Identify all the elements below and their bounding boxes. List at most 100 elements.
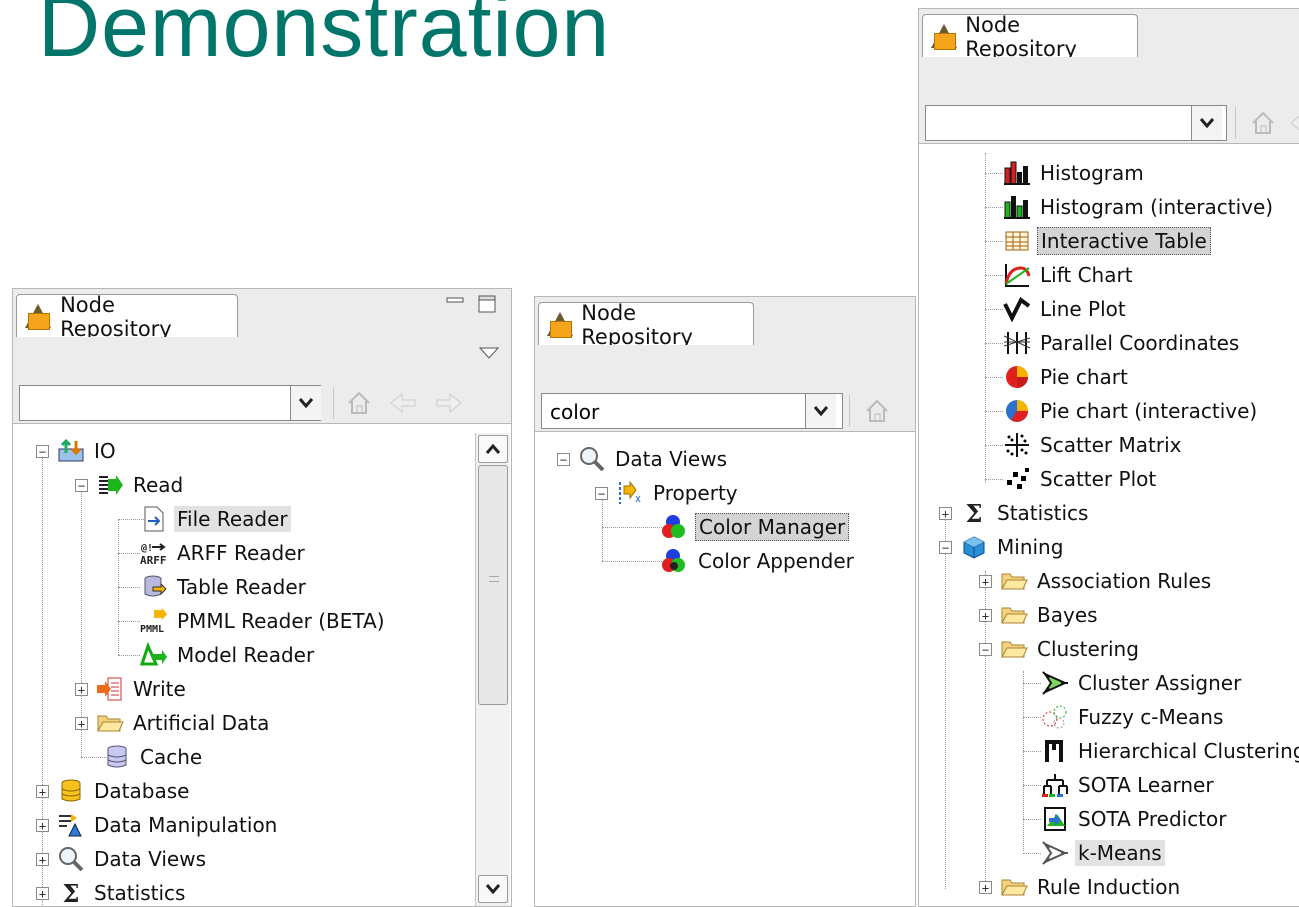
tree-node-histogram[interactable]: Histogram <box>1003 158 1147 188</box>
tree-node-label: PMML Reader (BETA) <box>177 609 385 633</box>
tree-node-label: Hierarchical Clustering <box>1078 739 1299 763</box>
tab-node-repository[interactable]: Node Repository <box>922 13 1138 61</box>
tree-node-table-reader[interactable]: Table Reader <box>140 572 309 602</box>
tree-node-parallel-coordinates[interactable]: Parallel Coordinates <box>1003 328 1242 358</box>
tree-node-database[interactable]: + Database <box>36 776 192 806</box>
collapse-icon[interactable]: − <box>75 478 88 492</box>
search-input[interactable]: color <box>541 393 843 429</box>
expand-icon[interactable]: + <box>979 880 992 894</box>
left-node-repository-panel: Node Repository − IO − Read File Reader … <box>12 288 512 907</box>
tree-node-hierarchical-clustering[interactable]: Hierarchical Clustering <box>1041 736 1299 766</box>
search-dropdown-button[interactable] <box>805 394 836 428</box>
tree-node-color-appender[interactable]: Color Appender <box>661 546 857 576</box>
tree-node-read[interactable]: − Read <box>75 470 186 500</box>
tree-node-artificial-data[interactable]: + Artificial Data <box>75 708 272 738</box>
sigma-icon: Σ <box>62 878 80 907</box>
expand-icon[interactable]: + <box>36 886 49 900</box>
tree-node-line-plot[interactable]: Line Plot <box>1003 294 1129 324</box>
middle-node-repository-panel: Node Repository color − Data Views − Pro… <box>534 296 916 907</box>
search-dropdown-button[interactable] <box>1191 106 1222 140</box>
vertical-scrollbar[interactable] <box>475 433 510 906</box>
tree-node-scatter-plot[interactable]: Scatter Plot <box>1003 464 1159 494</box>
tree-node-data-views[interactable]: + Data Views <box>36 844 209 874</box>
expand-icon[interactable]: + <box>939 506 952 520</box>
expand-icon[interactable]: + <box>36 852 49 866</box>
tree-node-io[interactable]: − IO <box>36 436 119 466</box>
knime-repository-icon <box>547 312 573 338</box>
tree-node-k-means[interactable]: k-Means <box>1041 838 1165 868</box>
expand-icon[interactable]: + <box>36 784 49 798</box>
tree-node-color-manager[interactable]: Color Manager <box>661 512 850 542</box>
tab-node-repository[interactable]: Node Repository <box>16 293 238 341</box>
tree-node-arff-reader[interactable]: @! ARFF ARFF Reader <box>140 538 308 568</box>
collapse-icon[interactable]: − <box>36 444 49 458</box>
expand-icon[interactable]: + <box>75 682 88 696</box>
view-menu-icon[interactable] <box>478 346 500 360</box>
tree-node-interactive-table[interactable]: Interactive Table <box>1003 226 1211 256</box>
tree-node-cache[interactable]: Cache <box>103 742 205 772</box>
tab-node-repository[interactable]: Node Repository <box>538 301 754 349</box>
tree-node-label: Mining <box>997 535 1064 559</box>
collapse-icon[interactable]: − <box>557 452 570 466</box>
home-icon[interactable] <box>1247 107 1279 139</box>
back-arrow-icon[interactable] <box>1287 107 1299 139</box>
collapse-icon[interactable]: − <box>979 642 992 656</box>
scroll-up-button[interactable] <box>478 435 508 463</box>
tree-node-pmml-reader[interactable]: PMML PMML Reader (BETA) <box>140 606 388 636</box>
tree-node-pie-chart-interactive[interactable]: Pie chart (interactive) <box>1003 396 1260 426</box>
tree-node-statistics[interactable]: + Σ Statistics <box>939 498 1091 528</box>
expand-icon[interactable]: + <box>979 574 992 588</box>
search-input[interactable] <box>19 385 321 421</box>
tree-node-lift-chart[interactable]: Lift Chart <box>1003 260 1136 290</box>
tree-node-label: Statistics <box>997 501 1089 525</box>
expand-icon[interactable]: + <box>75 716 88 730</box>
search-dropdown-button[interactable] <box>290 386 321 420</box>
tree-node-sota-learner[interactable]: SOTA Learner <box>1041 770 1217 800</box>
tree-node-histogram-interactive[interactable]: Histogram (interactive) <box>1003 192 1276 222</box>
tree-node-file-reader[interactable]: File Reader <box>140 504 291 534</box>
search-input[interactable] <box>925 105 1227 141</box>
pmml-reader-icon: PMML <box>140 608 168 634</box>
tree-node-label: Table Reader <box>177 575 306 599</box>
tree-node-clustering[interactable]: − Clustering <box>979 634 1142 664</box>
tree-node-cluster-assigner[interactable]: Cluster Assigner <box>1041 668 1244 698</box>
tree-node-scatter-matrix[interactable]: Scatter Matrix <box>1003 430 1184 460</box>
expand-icon[interactable]: + <box>979 608 992 622</box>
tab-label: Node Repository <box>581 301 693 349</box>
tree-node-rule-induction[interactable]: + Rule Induction <box>979 872 1183 902</box>
sigma-icon: Σ <box>965 498 983 528</box>
tree-node-bayes[interactable]: + Bayes <box>979 600 1101 630</box>
back-arrow-icon[interactable] <box>387 387 419 419</box>
minimize-icon[interactable] <box>445 293 465 311</box>
tree-node-property[interactable]: − Property <box>595 478 741 508</box>
scroll-down-button[interactable] <box>478 875 508 903</box>
tree-node-mining[interactable]: − Mining <box>939 532 1066 562</box>
tree-node-label: Statistics <box>94 881 186 905</box>
tree-node-write[interactable]: + Write <box>75 674 189 704</box>
collapse-icon[interactable]: − <box>939 540 952 554</box>
expand-icon[interactable]: + <box>36 818 49 832</box>
tree-node-association-rules[interactable]: + Association Rules <box>979 566 1214 596</box>
histogram-icon <box>1003 160 1031 186</box>
maximize-icon[interactable] <box>477 295 497 313</box>
write-icon <box>96 676 124 702</box>
home-icon[interactable] <box>861 395 893 427</box>
property-icon <box>616 480 644 506</box>
tree-node-statistics[interactable]: + Σ Statistics <box>36 878 188 907</box>
tree-node-pie-chart[interactable]: Pie chart <box>1003 362 1131 392</box>
forward-arrow-icon[interactable] <box>433 387 465 419</box>
data-manipulation-icon <box>57 812 85 838</box>
tree-node-model-reader[interactable]: Model Reader <box>140 640 317 670</box>
toolbar-separator <box>849 395 850 427</box>
scrollbar-thumb[interactable] <box>478 465 508 705</box>
home-icon[interactable] <box>343 387 375 419</box>
tree-node-sota-predictor[interactable]: SOTA Predictor <box>1041 804 1230 834</box>
tree-node-label: SOTA Predictor <box>1078 807 1227 831</box>
cluster-assigner-icon <box>1041 670 1069 696</box>
tree-node-fuzzy-c-means[interactable]: Fuzzy c-Means <box>1041 702 1226 732</box>
tree-node-data-views[interactable]: − Data Views <box>557 444 730 474</box>
tree-node-label: Interactive Table <box>1037 227 1211 255</box>
collapse-icon[interactable]: − <box>595 486 608 500</box>
folder-icon <box>1000 874 1028 900</box>
tree-node-data-manipulation[interactable]: + Data Manipulation <box>36 810 280 840</box>
